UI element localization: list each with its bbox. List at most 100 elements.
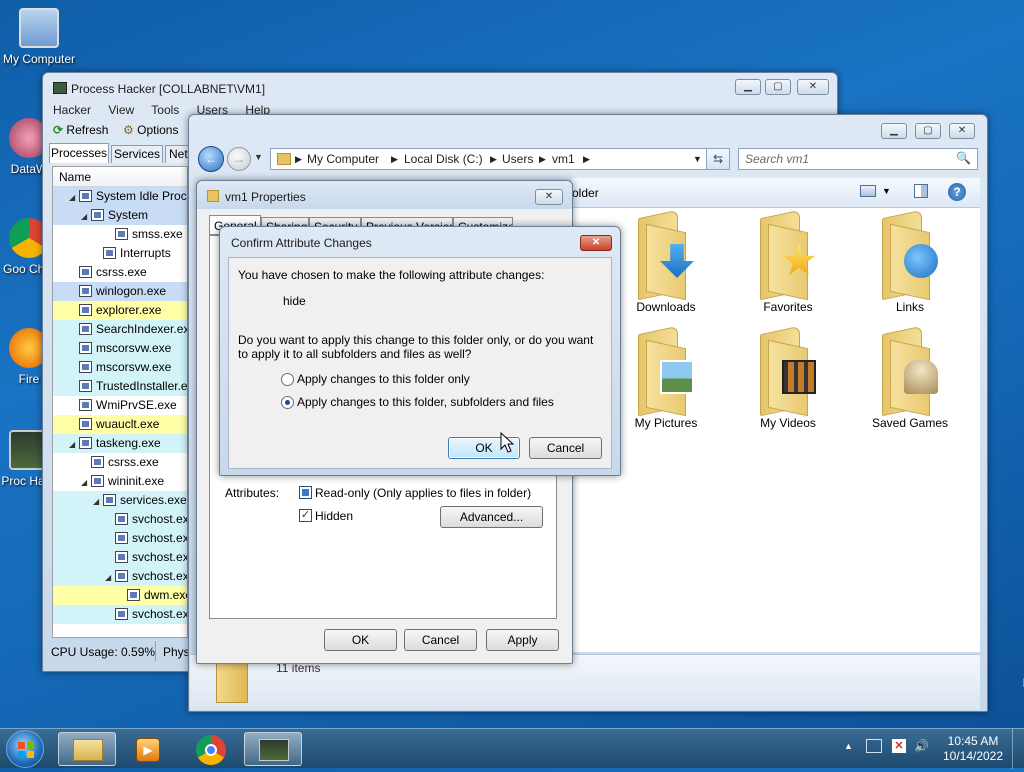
- expander-icon[interactable]: ◢: [81, 473, 91, 491]
- process-row[interactable]: TrustedInstaller.exe: [53, 377, 187, 396]
- process-row[interactable]: mscorsvw.exe: [53, 358, 187, 377]
- taskbar-explorer[interactable]: [58, 732, 116, 766]
- search-input[interactable]: Search vm1 🔍: [738, 148, 978, 170]
- folder-item[interactable]: My Pictures: [616, 325, 716, 430]
- menu-hacker[interactable]: Hacker: [53, 103, 91, 117]
- radio-folder-subfolders-files[interactable]: [281, 396, 294, 409]
- process-row[interactable]: svchost.exe: [53, 605, 187, 624]
- minimize-button[interactable]: ▁: [735, 79, 761, 95]
- maximize-button[interactable]: ▢: [915, 123, 941, 139]
- change-view-dropdown-icon[interactable]: ▼: [882, 186, 891, 196]
- process-row[interactable]: ◢ System: [53, 206, 187, 225]
- expander-icon[interactable]: ◢: [93, 492, 103, 510]
- process-row[interactable]: winlogon.exe: [53, 282, 187, 301]
- process-row[interactable]: WmiPrvSE.exe: [53, 396, 187, 415]
- desktop-icon-my-computer[interactable]: My Computer: [0, 8, 78, 66]
- advanced-button[interactable]: Advanced...: [440, 506, 543, 528]
- menu-tools[interactable]: Tools: [151, 103, 179, 117]
- folder-item[interactable]: Saved Games: [860, 325, 960, 430]
- maximize-button[interactable]: ▢: [765, 79, 791, 95]
- confirm-change-value: hide: [283, 294, 306, 308]
- ok-button[interactable]: OK: [324, 629, 397, 651]
- refresh-button[interactable]: ⟳ Refresh: [53, 123, 108, 137]
- process-row[interactable]: explorer.exe: [53, 301, 187, 320]
- process-icon: [115, 551, 128, 563]
- radio-folder-only[interactable]: [281, 373, 294, 386]
- expander-icon[interactable]: ◢: [105, 568, 115, 586]
- action-center-icon[interactable]: ✕: [892, 739, 906, 753]
- clock[interactable]: 10:45 AM 10/14/2022: [938, 734, 1008, 764]
- tab-services[interactable]: Services: [111, 145, 163, 163]
- column-header-name[interactable]: Name: [53, 167, 187, 187]
- expander-icon[interactable]: ◢: [69, 188, 79, 206]
- process-row[interactable]: svchost.exe: [53, 529, 187, 548]
- process-row[interactable]: wuauclt.exe: [53, 415, 187, 434]
- process-row[interactable]: ◢ System Idle Proce: [53, 187, 187, 206]
- show-desktop-button[interactable]: [1012, 729, 1024, 769]
- folder-label: Favorites: [763, 300, 813, 314]
- process-row[interactable]: mscorsvw.exe: [53, 339, 187, 358]
- cancel-button[interactable]: Cancel: [404, 629, 477, 651]
- forward-button[interactable]: →: [227, 147, 251, 171]
- close-button[interactable]: ✕: [580, 235, 612, 251]
- link-arrow-icon: [904, 244, 938, 278]
- options-button[interactable]: ⚙ Options: [123, 123, 178, 137]
- folder-item[interactable]: My Videos: [738, 325, 838, 430]
- breadcrumb-my-computer[interactable]: My Computer: [307, 152, 379, 166]
- folder-item[interactable]: Downloads: [616, 209, 716, 314]
- process-tree: Name ◢ System Idle Proce ◢ System smss.exe In…: [52, 166, 188, 638]
- process-row[interactable]: svchost.exe: [53, 548, 187, 567]
- radio-folder-only-label[interactable]: Apply changes to this folder only: [297, 372, 470, 386]
- process-row[interactable]: SearchIndexer.exe: [53, 320, 187, 339]
- breadcrumb-local-disk[interactable]: Local Disk (C:): [404, 152, 483, 166]
- start-button[interactable]: [6, 730, 44, 768]
- readonly-checkbox[interactable]: [299, 486, 312, 499]
- taskbar-process-hacker[interactable]: [244, 732, 302, 766]
- process-row[interactable]: ◢ wininit.exe: [53, 472, 187, 491]
- folder-item[interactable]: Links: [860, 209, 960, 314]
- windows-explorer-icon: [73, 739, 103, 761]
- taskbar-chrome[interactable]: [182, 732, 240, 766]
- process-row[interactable]: svchost.exe: [53, 510, 187, 529]
- breadcrumb-users[interactable]: Users: [502, 152, 533, 166]
- change-view-icon[interactable]: [860, 185, 876, 197]
- taskbar-media-player[interactable]: ▶: [120, 732, 178, 766]
- process-row[interactable]: smss.exe: [53, 225, 187, 244]
- process-row[interactable]: csrss.exe: [53, 453, 187, 472]
- hidden-checkbox[interactable]: ✓: [299, 509, 312, 522]
- tab-network[interactable]: Netw: [165, 145, 189, 163]
- radio-all-label[interactable]: Apply changes to this folder, subfolders…: [297, 395, 554, 409]
- close-button[interactable]: ✕: [949, 123, 975, 139]
- close-button[interactable]: ✕: [797, 79, 829, 95]
- preview-pane-icon[interactable]: [914, 184, 928, 198]
- minimize-button[interactable]: ▁: [881, 123, 907, 139]
- process-row[interactable]: Interrupts: [53, 244, 187, 263]
- process-icon: [91, 475, 104, 487]
- network-icon[interactable]: [866, 739, 882, 753]
- process-row[interactable]: ◢ services.exe: [53, 491, 187, 510]
- tab-processes[interactable]: Processes: [49, 143, 109, 163]
- volume-icon[interactable]: 🔊: [914, 739, 929, 753]
- process-row[interactable]: ◢ taskeng.exe: [53, 434, 187, 453]
- refresh-button[interactable]: ⇆: [706, 148, 730, 170]
- recent-pages-dropdown[interactable]: ▼: [254, 152, 263, 162]
- breadcrumb-vm1[interactable]: vm1: [552, 152, 575, 166]
- expander-icon[interactable]: ◢: [81, 207, 91, 225]
- process-row[interactable]: ◢ svchost.exe: [53, 567, 187, 586]
- process-row[interactable]: csrss.exe: [53, 263, 187, 282]
- close-button[interactable]: ✕: [535, 189, 563, 205]
- expander-icon[interactable]: ◢: [69, 435, 79, 453]
- menu-view[interactable]: View: [108, 103, 134, 117]
- lock-folder-icon: [207, 190, 219, 202]
- folder-item[interactable]: Favorites: [738, 209, 838, 314]
- back-button[interactable]: ←: [198, 146, 224, 172]
- attributes-label: Attributes:: [225, 486, 280, 500]
- address-dropdown-icon[interactable]: ▼: [693, 154, 702, 164]
- apply-button[interactable]: Apply: [486, 629, 559, 651]
- address-bar[interactable]: ▶ My Computer ▶ Local Disk (C:) ▶ Users …: [270, 148, 730, 170]
- cancel-button[interactable]: Cancel: [529, 437, 602, 459]
- help-icon[interactable]: ?: [948, 183, 966, 201]
- breadcrumb-separator: ▶: [583, 154, 590, 164]
- show-hidden-icons[interactable]: ▲: [844, 741, 853, 751]
- process-row[interactable]: dwm.exe: [53, 586, 187, 605]
